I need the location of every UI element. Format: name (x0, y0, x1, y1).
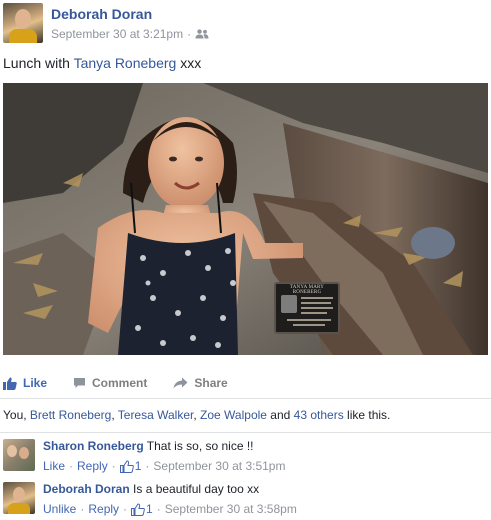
author-avatar[interactable] (3, 3, 43, 43)
post-text: Lunch with Tanya Roneberg xxx (3, 55, 201, 71)
commenter-avatar[interactable] (3, 482, 35, 514)
avatar-shirt (8, 503, 30, 514)
meta-separator: · (187, 27, 192, 41)
post-meta: September 30 at 3:21pm · (51, 27, 209, 41)
likes-others-link[interactable]: 43 others (294, 408, 344, 422)
comment-like-count[interactable]: 1 (131, 502, 153, 516)
commenter-avatar[interactable] (3, 439, 35, 471)
dot-separator: · (69, 459, 74, 473)
post-text-prefix: Lunch with (3, 55, 74, 71)
thumbs-up-icon (119, 459, 134, 473)
comment-like-count[interactable]: 1 (119, 459, 142, 473)
comment-meta: Like · Reply · 1 · September 30 at 3:51p… (43, 459, 285, 473)
post-timestamp[interactable]: September 30 at 3:21pm (51, 27, 183, 41)
likes-summary: You, Brett Roneberg, Teresa Walker, Zoe … (3, 408, 390, 422)
likes-prefix: You, (3, 408, 30, 422)
share-label: Share (194, 376, 228, 390)
thumbs-up-icon (131, 502, 145, 516)
friends-icon[interactable] (195, 29, 209, 39)
tagged-person-link[interactable]: Tanya Roneberg (74, 55, 177, 71)
dot-separator: · (145, 459, 150, 473)
comment-item: Deborah Doran Is a beautiful day too xx … (3, 482, 488, 518)
post-actions: Like Comment Share (3, 372, 488, 394)
comment-text: Is a beautiful day too xx (129, 482, 260, 496)
plaque-title: TANYA MARY RONEBERG (289, 285, 325, 295)
post-header: Deborah Doran September 30 at 3:21pm · (3, 3, 488, 43)
comment-unlike-link[interactable]: Unlike (43, 502, 76, 516)
like-label: Like (23, 376, 48, 390)
comment-icon (74, 378, 86, 388)
dot-separator: · (123, 502, 128, 516)
liker-name[interactable]: Brett Roneberg (30, 408, 111, 422)
like-count: 1 (146, 502, 153, 516)
avatar-face (13, 487, 25, 502)
comment-content: Sharon Roneberg That is so, so nice !! (43, 439, 285, 453)
comment-reply-link[interactable]: Reply (77, 459, 108, 473)
comment-timestamp[interactable]: September 30 at 3:51pm (153, 459, 285, 473)
avatar-face (7, 445, 17, 457)
avatar-face (15, 9, 31, 29)
comment-author[interactable]: Deborah Doran (43, 482, 130, 496)
avatar-shirt (9, 29, 37, 43)
comment-author[interactable]: Sharon Roneberg (43, 439, 144, 453)
likes-divider (0, 432, 491, 433)
like-button[interactable]: Like (3, 376, 47, 390)
like-count: 1 (134, 459, 142, 473)
dot-separator: · (156, 502, 161, 516)
actions-divider (0, 398, 491, 399)
comment-label: Comment (92, 376, 148, 390)
author-name[interactable]: Deborah Doran (51, 6, 152, 22)
likes-and: and (266, 408, 294, 422)
avatar-face (19, 447, 29, 459)
share-button[interactable]: Share (173, 376, 228, 390)
comment-meta: Unlike · Reply · 1 · September 30 at 3:5… (43, 502, 297, 516)
thumbs-up-icon (3, 377, 17, 390)
post-photo[interactable]: TANYA MARY RONEBERG (3, 83, 488, 355)
comment-item: Sharon Roneberg That is so, so nice !! L… (3, 439, 488, 475)
share-icon (173, 377, 188, 389)
post-text-suffix: xxx (176, 55, 202, 71)
comment-reply-link[interactable]: Reply (88, 502, 119, 516)
liker-name[interactable]: Zoe Walpole (200, 408, 267, 422)
comment-like-link[interactable]: Like (43, 459, 65, 473)
comment-body: Deborah Doran Is a beautiful day too xx … (43, 482, 297, 516)
comment-content: Deborah Doran Is a beautiful day too xx (43, 482, 297, 496)
comment-body: Sharon Roneberg That is so, so nice !! L… (43, 439, 285, 473)
dot-separator: · (111, 459, 116, 473)
dot-separator: · (80, 502, 85, 516)
photo-illustration (3, 83, 488, 355)
likes-suffix: like this. (343, 408, 391, 422)
comment-text: That is so, so nice !! (143, 439, 254, 453)
comment-timestamp[interactable]: September 30 at 3:58pm (165, 502, 297, 516)
comment-button[interactable]: Comment (73, 376, 147, 390)
liker-name[interactable]: Teresa Walker (118, 408, 194, 422)
